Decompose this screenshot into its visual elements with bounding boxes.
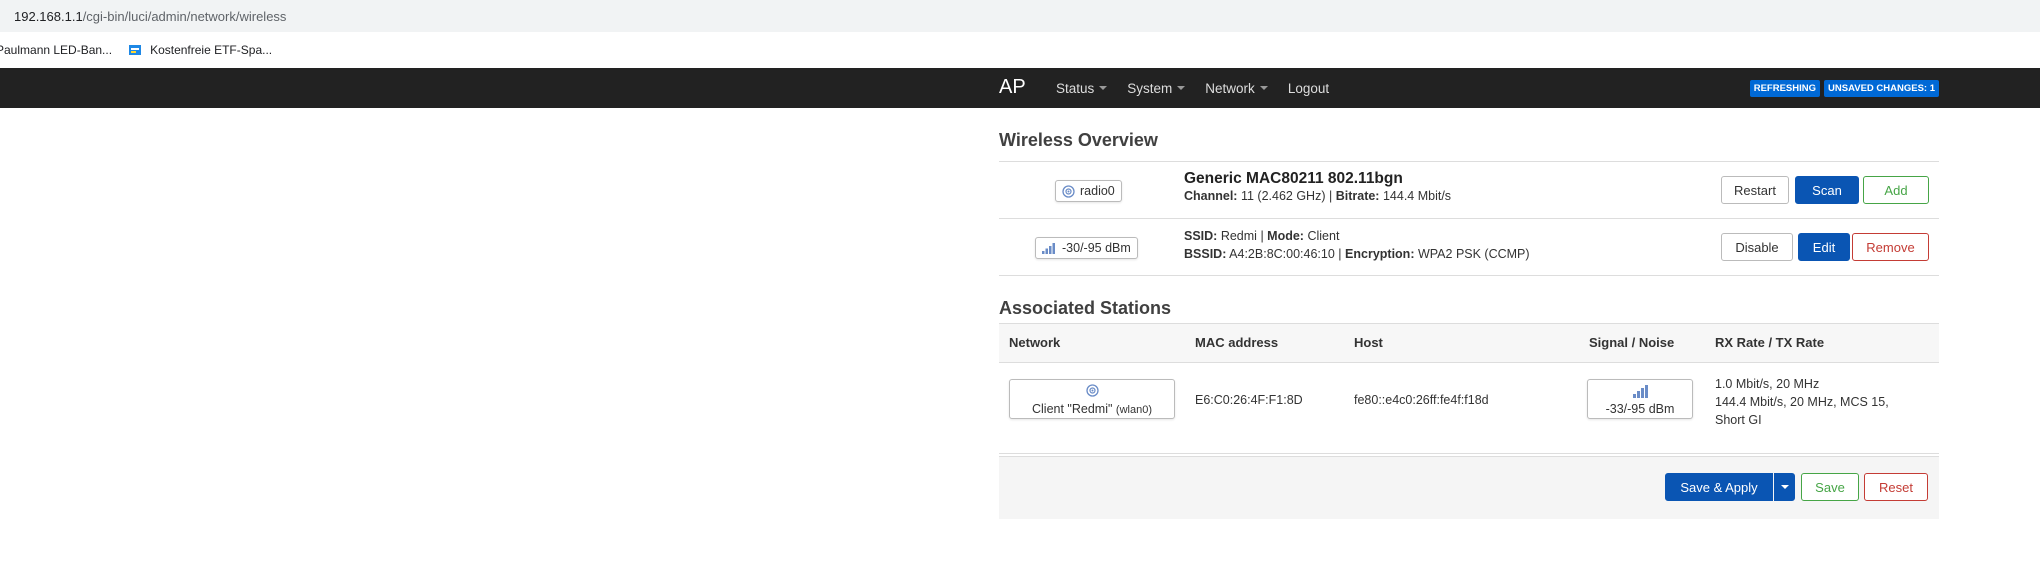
bitrate-label: Bitrate: xyxy=(1335,189,1380,203)
radio-name: radio0 xyxy=(1080,184,1115,198)
channel-value: 11 (2.462 GHz) xyxy=(1240,189,1326,203)
caret-down-icon xyxy=(1099,86,1108,90)
station-network-badge[interactable]: Client "Redmi" (wlan0) xyxy=(1009,379,1175,419)
indicator-badges: REFRESHING UNSAVED CHANGES: 1 xyxy=(1749,80,1939,97)
save-apply-dropdown-toggle[interactable] xyxy=(1774,473,1795,501)
station-tx-rate-extra: Short GI xyxy=(1715,413,1762,427)
bookmark-label: Paulmann LED-Ban... xyxy=(0,43,113,57)
save-apply-button[interactable]: Save & Apply xyxy=(1665,473,1773,501)
table-header: Network MAC address Host Signal / Noise … xyxy=(999,323,1939,363)
menu-system[interactable]: System xyxy=(1127,80,1186,96)
bssid-label: BSSID: xyxy=(1184,247,1227,261)
main-menu: Status System Network Logout xyxy=(1056,68,1349,108)
bookmark-item[interactable]: Paulmann LED-Ban... xyxy=(0,43,112,57)
url-host: 192.168.1.1 xyxy=(14,8,83,24)
brand-hostname[interactable]: AP xyxy=(999,76,1026,99)
ssid-label: SSID: xyxy=(1184,229,1218,243)
column-header-rate: RX Rate / TX Rate xyxy=(1715,335,1825,350)
encryption-value: WPA2 PSK (CCMP) xyxy=(1417,247,1530,261)
station-rates: 1.0 Mbit/s, 20 MHz 144.4 Mbit/s, 20 MHz,… xyxy=(1715,375,1889,429)
scan-button[interactable]: Scan xyxy=(1795,176,1859,204)
menu-logout[interactable]: Logout xyxy=(1288,81,1329,96)
signal-strength-icon xyxy=(1633,384,1649,401)
station-tx-rate: 144.4 Mbit/s, 20 MHz, MCS 15, xyxy=(1715,395,1889,409)
separator: | xyxy=(1328,189,1333,203)
bssid-line: BSSID: A4:2B:8C:00:46:10 | Encryption: W… xyxy=(1184,245,1530,263)
top-navbar: AP Status System Network Logout REFRESHI… xyxy=(0,68,2040,108)
edit-button[interactable]: Edit xyxy=(1798,233,1850,261)
menu-status[interactable]: Status xyxy=(1056,80,1108,96)
wireless-overview-table: radio0 Generic MAC80211 802.11bgn Channe… xyxy=(999,161,1939,276)
mode-value: Client xyxy=(1307,229,1340,243)
caret-down-icon xyxy=(1259,86,1268,90)
reset-button[interactable]: Reset xyxy=(1864,473,1928,501)
wifi-radio-icon xyxy=(1086,384,1099,400)
station-signal-badge: -33/-95 dBm xyxy=(1587,379,1693,419)
menu-label: Network xyxy=(1205,80,1255,96)
separator: | xyxy=(1260,229,1264,243)
bookmark-favicon-icon xyxy=(128,43,142,57)
wifi-device-row: radio0 Generic MAC80211 802.11bgn Channe… xyxy=(999,161,1939,218)
url-text[interactable]: 192.168.1.1/cgi-bin/luci/admin/network/w… xyxy=(14,9,286,24)
bookmark-label: Kostenfreie ETF-Spa... xyxy=(150,43,273,57)
refreshing-badge[interactable]: REFRESHING xyxy=(1749,80,1821,97)
menu-label: Logout xyxy=(1287,80,1330,96)
menu-label: Status xyxy=(1056,80,1095,96)
bookmark-item[interactable]: Kostenfreie ETF-Spa... xyxy=(128,43,272,57)
caret-down-icon xyxy=(1177,86,1186,90)
encryption-label: Encryption: xyxy=(1345,247,1415,261)
ssid-line: SSID: Redmi | Mode: Client xyxy=(1184,227,1530,245)
unsaved-changes-badge[interactable]: UNSAVED CHANGES: 1 xyxy=(1824,80,1939,97)
station-network-label: Client "Redmi" (wlan0) xyxy=(1010,402,1174,416)
wifi-radio-icon xyxy=(1062,184,1075,198)
table-row: Client "Redmi" (wlan0) E6:C0:26:4F:F1:8D… xyxy=(999,363,1939,454)
station-host: fe80::e4c0:26ff:fe4f:f18d xyxy=(1354,393,1489,407)
browser-address-bar[interactable]: 192.168.1.1/cgi-bin/luci/admin/network/w… xyxy=(0,0,2040,32)
menu-label: System xyxy=(1127,80,1173,96)
save-button[interactable]: Save xyxy=(1801,473,1859,501)
associated-stations-title: Associated Stations xyxy=(999,298,1172,318)
bitrate-value: 144.4 Mbit/s xyxy=(1382,189,1452,203)
column-header-signal: Signal / Noise xyxy=(1589,335,1675,350)
device-details: Channel: 11 (2.462 GHz) | Bitrate: 144.4… xyxy=(1184,187,1451,205)
station-network-name: Client "Redmi" xyxy=(1032,402,1113,416)
channel-label: Channel: xyxy=(1184,189,1238,203)
radio-badge: radio0 xyxy=(1055,180,1122,202)
wifi-network-row: -30/-95 dBm SSID: Redmi | Mode: Client B… xyxy=(999,218,1939,276)
menu-network[interactable]: Network xyxy=(1205,81,1268,96)
signal-badge: -30/-95 dBm xyxy=(1035,237,1138,259)
station-iface: (wlan0) xyxy=(1115,404,1152,416)
associated-stations-table: Network MAC address Host Signal / Noise … xyxy=(999,323,1939,454)
station-rx-rate: 1.0 Mbit/s, 20 MHz xyxy=(1715,377,1820,391)
ssid-value: Redmi xyxy=(1220,229,1257,243)
station-mac: E6:C0:26:4F:F1:8D xyxy=(1195,393,1303,407)
disable-button[interactable]: Disable xyxy=(1721,233,1793,261)
column-header-mac: MAC address xyxy=(1195,335,1279,350)
mode-label: Mode: xyxy=(1267,229,1304,243)
separator: | xyxy=(1338,247,1342,261)
add-button[interactable]: Add xyxy=(1863,176,1929,204)
column-header-host: Host xyxy=(1354,335,1383,350)
remove-button[interactable]: Remove xyxy=(1852,233,1929,261)
wireless-overview-title: Wireless Overview xyxy=(999,130,1158,150)
signal-strength-icon xyxy=(1042,242,1056,254)
page-actions-bar: Save & Apply Save Reset xyxy=(999,456,1939,519)
station-signal-value: -33/-95 dBm xyxy=(1605,402,1675,416)
device-name: Generic MAC80211 802.11bgn xyxy=(1184,170,1403,187)
bssid-value: A4:2B:8C:00:46:10 xyxy=(1229,247,1335,261)
signal-value: -30/-95 dBm xyxy=(1062,241,1131,255)
restart-button[interactable]: Restart xyxy=(1721,176,1789,204)
network-details: SSID: Redmi | Mode: Client BSSID: A4:2B:… xyxy=(1184,227,1530,263)
column-header-network: Network xyxy=(1009,335,1061,350)
bookmarks-bar: Paulmann LED-Ban... Kostenfreie ETF-Spa.… xyxy=(0,32,2040,68)
url-path: /cgi-bin/luci/admin/network/wireless xyxy=(82,8,287,24)
caret-down-icon xyxy=(1780,485,1789,489)
